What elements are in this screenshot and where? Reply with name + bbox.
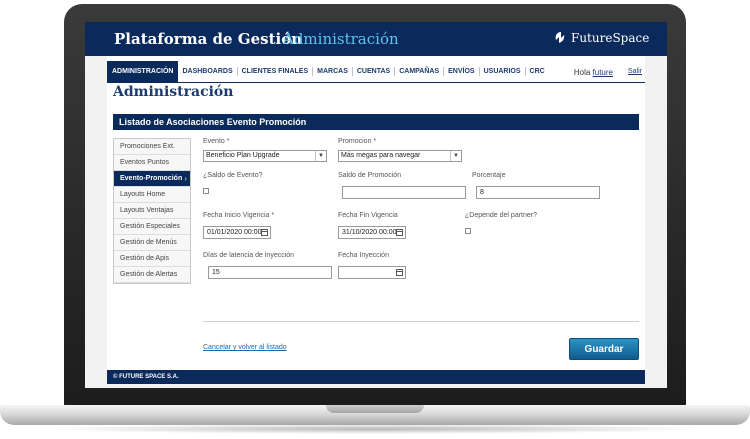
- porcentaje-label: Porcentaje: [472, 172, 506, 179]
- saldo-evento-label: ¿Saldo de Evento?: [203, 172, 263, 179]
- side-item-gestion-alertas[interactable]: Gestión de Alertas: [114, 267, 190, 283]
- promocion-label: Promocion *: [338, 138, 377, 145]
- evento-select[interactable]: Beneficio Plan Upgrade ▼: [203, 150, 327, 162]
- brand-logo[interactable]: FutureSpace: [553, 31, 649, 45]
- cancel-link[interactable]: Cancelar y volver al listado: [203, 344, 287, 351]
- side-item-label: Evento-Promoción: [120, 175, 183, 182]
- fecha-inyeccion-label: Fecha Inyección: [338, 252, 389, 259]
- screen: Plataforma de Gestión Administración Fut…: [85, 22, 667, 388]
- top-nav: ADMINISTRACIÓN DASHBOARDS CLIENTES FINAL…: [107, 60, 645, 83]
- nav-marcas[interactable]: MARCAS: [313, 67, 353, 76]
- app-title: Plataforma de Gestión: [114, 30, 303, 48]
- username-link[interactable]: future: [593, 68, 613, 77]
- fecha-fin-value: 31/10/2020 00:00: [342, 229, 397, 236]
- side-item-evento-promocion[interactable]: Evento-Promoción ›: [114, 171, 190, 187]
- saldo-evento-checkbox[interactable]: [203, 188, 209, 194]
- fecha-fin-label: Fecha Fin Vigencia: [338, 212, 398, 219]
- saldo-promocion-label: Saldo de Promoción: [338, 172, 402, 179]
- calendar-icon[interactable]: [396, 229, 403, 236]
- section-title: Listado de Asociaciones Evento Promoción: [113, 114, 639, 130]
- laptop-notch: [326, 405, 424, 413]
- fecha-inyeccion-input[interactable]: [338, 266, 406, 279]
- fecha-inicio-input[interactable]: 01/01/2020 00:00: [203, 226, 271, 239]
- logout-link[interactable]: Salir: [628, 68, 642, 75]
- nav-clientes-finales[interactable]: CLIENTES FINALES: [238, 67, 314, 76]
- nav-dashboards[interactable]: DASHBOARDS: [178, 67, 238, 76]
- logo-text: FutureSpace: [571, 31, 650, 45]
- nav-cuentas[interactable]: CUENTAS: [353, 67, 396, 76]
- user-greeting: Hola future: [574, 68, 613, 77]
- evento-value: Beneficio Plan Upgrade: [206, 152, 280, 159]
- page-title: Administración: [113, 84, 234, 100]
- promocion-select[interactable]: Más megas para navegar ▼: [338, 150, 462, 162]
- top-header: Plataforma de Gestión Administración Fut…: [85, 22, 667, 56]
- fecha-inicio-label: Fecha Inicio Vigencia *: [203, 212, 275, 219]
- side-item-layouts-ventajas[interactable]: Layouts Ventajas: [114, 203, 190, 219]
- depende-partner-checkbox[interactable]: [465, 228, 471, 234]
- footer: © FUTURE SPACE S.A.: [107, 370, 645, 384]
- fecha-fin-input[interactable]: 31/10/2020 00:00: [338, 226, 406, 239]
- saldo-promocion-input[interactable]: [342, 186, 466, 199]
- nav-administracion[interactable]: ADMINISTRACIÓN: [107, 60, 179, 83]
- porcentaje-input[interactable]: 8: [476, 186, 600, 199]
- calendar-icon[interactable]: [261, 229, 268, 236]
- greeting-text: Hola: [573, 68, 591, 77]
- laptop-mockup: Plataforma de Gestión Administración Fut…: [0, 0, 750, 439]
- chevron-down-icon: ▼: [315, 151, 326, 161]
- promocion-value: Más megas para navegar: [341, 152, 421, 159]
- nav-envios[interactable]: ENVÍOS: [444, 67, 480, 76]
- chevron-right-icon: ›: [184, 174, 187, 183]
- fecha-inicio-value: 01/01/2020 00:00: [207, 229, 262, 236]
- side-menu: Promociones Ext. Eventos Puntos Evento-P…: [113, 138, 191, 284]
- dias-latencia-input[interactable]: 15: [208, 266, 332, 279]
- side-item-gestion-apis[interactable]: Gestión de Apis: [114, 251, 190, 267]
- nav-usuarios[interactable]: USUARIOS: [480, 67, 526, 76]
- evento-label: Evento *: [203, 138, 230, 145]
- chevron-down-icon: ▼: [450, 151, 461, 161]
- calendar-icon[interactable]: [396, 269, 403, 276]
- futurespace-logo-icon: [555, 32, 565, 43]
- depende-partner-label: ¿Depende del partner?: [465, 212, 537, 219]
- dias-latencia-label: Días de latencia de inyección: [203, 252, 295, 259]
- save-button[interactable]: Guardar: [569, 338, 639, 360]
- side-item-gestion-especiales[interactable]: Gestión Especiales: [114, 219, 190, 235]
- side-item-layouts-home[interactable]: Layouts Home: [114, 187, 190, 203]
- side-item-gestion-menus[interactable]: Gestión de Menús: [114, 235, 190, 251]
- side-item-eventos-puntos[interactable]: Eventos Puntos: [114, 155, 190, 171]
- side-item-promociones-ext[interactable]: Promociones Ext.: [114, 139, 190, 155]
- app-subtitle: Administración: [283, 30, 399, 48]
- nav-campanas[interactable]: CAMPAÑAS: [395, 67, 445, 76]
- nav-crc[interactable]: CRC: [526, 67, 549, 76]
- laptop-shadow: [40, 424, 710, 434]
- form-divider: [203, 321, 639, 322]
- main-panel: ADMINISTRACIÓN DASHBOARDS CLIENTES FINAL…: [107, 56, 645, 376]
